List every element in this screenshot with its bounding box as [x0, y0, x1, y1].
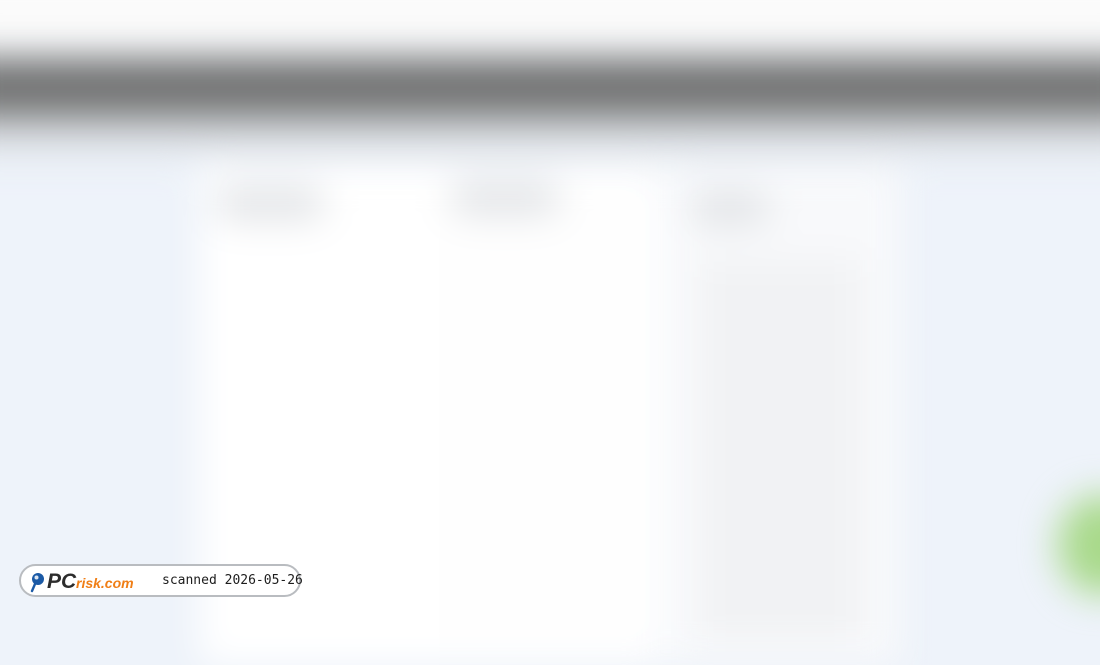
- blurred-top-bar: [0, 0, 1100, 50]
- blurred-middle-column: [440, 165, 665, 665]
- blurred-header-band: [0, 58, 1100, 120]
- scan-date-label: scanned 2026-05-26: [162, 573, 303, 588]
- blurred-heading-2: [450, 180, 560, 216]
- scan-watermark-badge: PC risk.com scanned 2026-05-26: [19, 564, 303, 597]
- blurred-heading-3: [690, 190, 770, 226]
- blurred-heading-1: [215, 185, 325, 221]
- blurred-right-panel: [700, 260, 860, 640]
- svg-text:PC: PC: [47, 570, 77, 593]
- pcrisk-logo: PC risk.com: [30, 566, 142, 595]
- blurred-green-element: [1058, 495, 1100, 595]
- pcrisk-logo-icon: PC risk.com: [30, 570, 134, 593]
- svg-text:risk.com: risk.com: [76, 575, 134, 591]
- blurred-header-shadow: [0, 112, 1100, 157]
- blurred-right-column: [670, 165, 900, 665]
- blurred-page-background: [0, 0, 1100, 665]
